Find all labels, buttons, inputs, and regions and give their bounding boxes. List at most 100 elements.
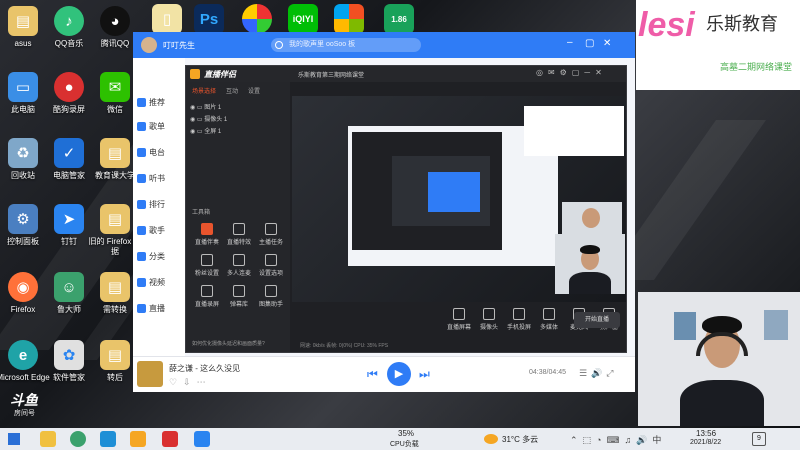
sidebar-item-videos[interactable]: 视频 xyxy=(137,274,183,290)
record-icon: ● xyxy=(54,72,84,102)
tool-effects[interactable]: 直播特效 xyxy=(222,223,256,246)
sidebar-item-recommend[interactable]: 推荐 xyxy=(137,94,183,110)
iqiyi-icon: iQIYI xyxy=(288,4,318,34)
player-actions[interactable]: ♡⇩⋯ xyxy=(169,377,212,388)
sidebar-item-playlists[interactable]: 歌单 xyxy=(137,118,183,134)
singer-icon xyxy=(137,225,146,235)
document-icon: ▯ xyxy=(152,4,182,34)
player-extra-controls[interactable]: ☰🔊⤢ xyxy=(579,368,617,379)
webcam-person xyxy=(680,380,764,426)
maximize-icon[interactable]: ▢ xyxy=(585,38,594,49)
danmaku-icon xyxy=(233,285,245,297)
cpu-value: 35% xyxy=(398,429,415,438)
webcam-hair xyxy=(580,245,600,254)
tool-options[interactable]: 设置选项 xyxy=(254,254,288,277)
stream-app-title: 直播伴侣 xyxy=(204,70,236,79)
preview-nested-inner xyxy=(428,172,480,212)
previous-icon[interactable]: ⏮ xyxy=(367,367,378,382)
sidebar-item-live[interactable]: 直播 xyxy=(137,300,183,316)
gear-icon xyxy=(265,254,277,266)
stream-left-panel: 场景选择 互动 设置 ◉ ▭ 图片 1 ◉ ▭ 摄像头 1 ◉ ▭ 全屏 1 工… xyxy=(186,82,290,352)
live-icon xyxy=(137,303,146,313)
tool-danmaku[interactable]: 弹幕库 xyxy=(222,285,256,308)
edge-icon[interactable] xyxy=(100,431,116,447)
brand-tagline: 高墓二期网络课堂 xyxy=(720,62,793,72)
file-explorer-icon[interactable] xyxy=(40,431,56,447)
toolbox-label: 工具箱 xyxy=(192,210,211,216)
system-tray-icons[interactable]: ⌃⬚◔⌨♫🔊中 xyxy=(570,433,666,446)
stream-titlebar: 直播伴侣 乐斯教育第三期网络课堂 ◎✉⚙▢─✕ xyxy=(186,66,626,82)
windows-start-icon[interactable] xyxy=(8,433,20,445)
stream-taskbar-icon[interactable] xyxy=(130,431,146,447)
folder-icon: ▤ xyxy=(100,340,130,370)
broadcast-title[interactable]: 乐斯教育第三期网络课堂 xyxy=(298,70,364,79)
minimize-icon[interactable]: – xyxy=(567,37,573,48)
close-icon[interactable]: ✕ xyxy=(603,38,611,49)
tool-gallery[interactable]: 图集助手 xyxy=(254,285,288,308)
album-art[interactable] xyxy=(137,361,163,387)
taskbar: 35% CPU负载 31°C 多云 ⌃⬚◔⌨♫🔊中 13:56 2021/8/2… xyxy=(0,428,800,450)
tab-interact[interactable]: 互动 xyxy=(226,86,238,95)
brand-name: 乐斯教育 xyxy=(706,14,778,34)
wechat-icon: ✉ xyxy=(100,72,130,102)
brand-banner: lesi 乐斯教育 高墓二期网络课堂 xyxy=(636,0,800,90)
tool-tasks[interactable]: 主播任务 xyxy=(254,223,288,246)
notification-badge[interactable]: 9 xyxy=(752,432,766,446)
mic-icon xyxy=(233,254,245,266)
monitor-icon xyxy=(453,308,465,320)
tab-scenes[interactable]: 场景选择 xyxy=(192,86,216,95)
wall-poster xyxy=(674,312,696,340)
playback-time: 04:38/04:45 xyxy=(529,369,566,376)
source-screen[interactable]: 直播屏幕 xyxy=(442,308,476,331)
sidebar-item-radio[interactable]: 电台 xyxy=(137,144,183,160)
gallery-icon xyxy=(265,285,277,297)
stream-logo-icon xyxy=(190,69,200,79)
weather-text[interactable]: 31°C 多云 xyxy=(502,434,538,445)
window-controls[interactable]: ◎✉⚙▢─✕ xyxy=(536,68,607,77)
next-icon[interactable]: ⏭ xyxy=(419,367,430,382)
play-button[interactable]: ▶ xyxy=(387,362,411,386)
room-number-label: 房间号 xyxy=(14,410,35,417)
music-taskbar-icon[interactable] xyxy=(194,431,210,447)
tool-accompaniment[interactable]: 直播伴奏 xyxy=(190,223,224,246)
preview-webcam-face xyxy=(582,208,600,228)
source-media[interactable]: 多媒体 xyxy=(532,308,566,331)
headset-icon xyxy=(696,332,748,356)
avatar[interactable] xyxy=(141,37,157,53)
music-sidebar: 推荐 歌单 电台 听书 排行 歌手 分类 视频 直播 xyxy=(133,58,185,388)
clock-date: 2021/8/22 xyxy=(690,439,722,446)
sidebar-item-audiobooks[interactable]: 听书 xyxy=(137,170,183,186)
stream-stats: 网速: 0kb/s 丢帧: 0(0%) CPU: 35% FPS xyxy=(300,343,389,349)
scene-item[interactable]: ◉ ▭ 全屏 1 xyxy=(190,126,227,138)
office-icon xyxy=(334,4,364,34)
playlist-icon xyxy=(137,121,146,131)
music-search-input[interactable]: 我的歌声里 ooSoo 板 xyxy=(271,38,421,52)
wps-icon[interactable] xyxy=(162,431,178,447)
start-live-button[interactable]: 开始直播 xyxy=(574,312,620,328)
photoshop-icon: Ps xyxy=(194,4,224,34)
folder-icon: ▤ xyxy=(8,6,38,36)
sidebar-item-categories[interactable]: 分类 xyxy=(137,248,183,264)
category-icon xyxy=(137,251,146,261)
music-app-titlebar: 叮叮先生 我的歌声里 ooSoo 板 ✕ ▢ – xyxy=(133,32,635,58)
scene-item[interactable]: ◉ ▭ 图片 1 xyxy=(190,102,227,114)
tool-fans[interactable]: 粉丝设置 xyxy=(190,254,224,277)
ie-icon[interactable] xyxy=(70,431,86,447)
ludashi-icon: ☺ xyxy=(54,272,84,302)
scene-tabs: 场景选择 互动 设置 xyxy=(186,86,290,98)
tool-record[interactable]: 直播录屏 xyxy=(190,285,224,308)
tool-multi-mic[interactable]: 多人连麦 xyxy=(222,254,256,277)
folder-icon: ▤ xyxy=(100,204,130,234)
source-camera[interactable]: 摄像头 xyxy=(472,308,506,331)
tab-settings[interactable]: 设置 xyxy=(248,86,260,95)
music-icon xyxy=(201,223,213,235)
webcam-large xyxy=(638,292,800,426)
sidebar-item-singers[interactable]: 歌手 xyxy=(137,222,183,238)
scene-item[interactable]: ◉ ▭ 摄像头 1 xyxy=(190,114,227,126)
music-username: 叮叮先生 xyxy=(163,41,195,50)
sidebar-item-charts[interactable]: 排行 xyxy=(137,196,183,212)
source-phone[interactable]: 手机投屏 xyxy=(502,308,536,331)
brand-logo: lesi xyxy=(638,6,695,44)
streaming-app-window[interactable]: 直播伴侣 乐斯教育第三期网络课堂 ◎✉⚙▢─✕ 场景选择 互动 设置 ◉ ▭ 图… xyxy=(185,65,627,353)
fans-icon xyxy=(201,254,213,266)
